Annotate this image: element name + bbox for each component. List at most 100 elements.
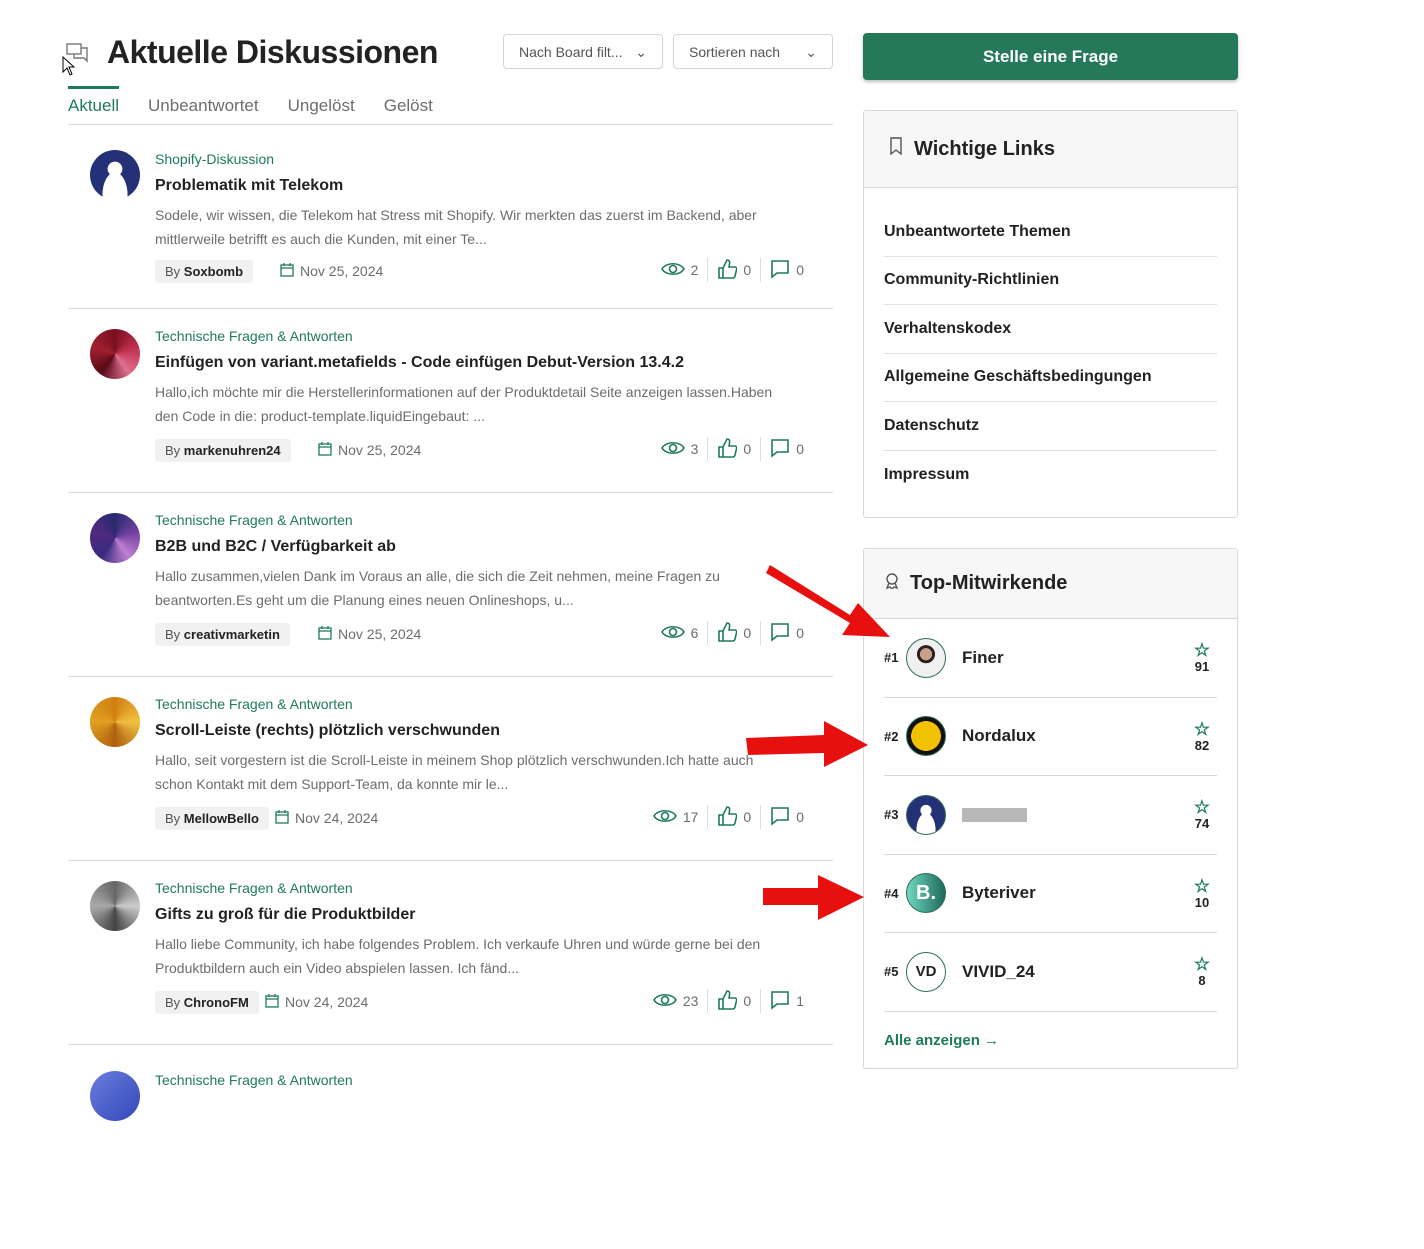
replies-count: 0: [796, 441, 804, 457]
post-title[interactable]: B2B und B2C / Verfügbarkeit ab: [155, 538, 396, 556]
post-item[interactable]: Shopify-Diskussion Problematik mit Telek…: [68, 125, 833, 309]
top-contributors-title: Top-Mitwirkende: [910, 572, 1068, 594]
sidebar-link[interactable]: Verhaltenskodex: [884, 305, 1217, 354]
eye-icon: [660, 261, 685, 280]
post-author-badge[interactable]: By creativmarketin: [155, 623, 290, 646]
award-icon: [884, 572, 900, 595]
post-board-link[interactable]: Technische Fragen & Antworten: [155, 1072, 353, 1088]
sidebar-link[interactable]: Unbeantwortete Themen: [884, 208, 1217, 257]
post-item[interactable]: Technische Fragen & Antworten Gifts zu g…: [68, 861, 833, 1045]
tab-ungeloest[interactable]: Ungelöst: [288, 86, 355, 125]
contributor-rank: #4: [884, 885, 899, 901]
contributor-row[interactable]: #5 VD VIVID_24 ☆ 8: [884, 933, 1217, 1012]
contributor-score: ☆ 8: [1187, 955, 1217, 988]
thumbs-up-icon: [717, 805, 738, 829]
calendar-icon: [318, 625, 332, 643]
post-author-badge[interactable]: By markenuhren24: [155, 439, 291, 462]
post-stats: 6 0 0: [652, 621, 813, 645]
post-item[interactable]: Technische Fragen & Antworten Scroll-Lei…: [68, 677, 833, 861]
calendar-icon: [318, 441, 332, 459]
contributor-rank: #3: [884, 807, 899, 823]
contributor-score: ☆ 10: [1187, 877, 1217, 910]
post-title[interactable]: Scroll-Leiste (rechts) plötzlich verschw…: [155, 722, 500, 740]
star-icon: ☆: [1193, 640, 1211, 661]
replies-stat: 0: [760, 621, 813, 645]
likes-count: 0: [743, 441, 752, 457]
top-contributors-header: Top-Mitwirkende: [864, 549, 1237, 619]
views-count: 2: [690, 262, 699, 278]
contributor-avatar: [906, 794, 946, 835]
contributor-rank: #5: [884, 964, 899, 980]
comment-icon: [770, 806, 790, 829]
post-date-text: Nov 25, 2024: [338, 626, 422, 642]
post-date: Nov 25, 2024: [318, 441, 421, 459]
post-title[interactable]: Gifts zu groß für die Produktbilder: [155, 906, 415, 924]
post-board-link[interactable]: Technische Fragen & Antworten: [155, 512, 353, 528]
score-value: 91: [1194, 659, 1210, 675]
comment-icon: [770, 438, 790, 461]
post-board-link[interactable]: Technische Fragen & Antworten: [155, 696, 353, 712]
contributor-name[interactable]: VIVID_24: [962, 962, 1187, 982]
likes-count: 0: [743, 809, 752, 825]
thumbs-up-icon: [717, 258, 738, 282]
tab-geloest[interactable]: Gelöst: [384, 86, 433, 125]
post-item[interactable]: Technische Fragen & Antworten B2B und B2…: [68, 493, 833, 677]
post-board-link[interactable]: Shopify-Diskussion: [155, 151, 274, 167]
sidebar-link[interactable]: Datenschutz: [884, 402, 1217, 451]
replies-count: 0: [796, 262, 804, 278]
views-count: 6: [690, 625, 699, 641]
contributor-avatar: [906, 637, 946, 678]
post-date: Nov 25, 2024: [318, 625, 421, 643]
post-title[interactable]: Problematik mit Telekom: [155, 177, 343, 195]
views-stat: 6: [652, 621, 708, 645]
post-author-badge[interactable]: By ChronoFM: [155, 991, 259, 1014]
post-excerpt: Sodele, wir wissen, die Telekom hat Stre…: [155, 207, 757, 247]
comment-icon: [770, 990, 790, 1013]
calendar-icon: [265, 993, 279, 1011]
replies-stat: 0: [760, 437, 813, 461]
post-title[interactable]: Einfügen von variant.metafields - Code e…: [155, 354, 684, 372]
post-item[interactable]: Technische Fragen & Antworten Einfügen v…: [68, 309, 833, 493]
contributor-row[interactable]: #2 Nordalux ☆ 82: [884, 698, 1217, 776]
contributor-avatar: [906, 716, 946, 757]
likes-count: 0: [743, 625, 752, 641]
tab-aktuell[interactable]: Aktuell: [68, 86, 120, 125]
score-value: 10: [1194, 894, 1210, 910]
post-board-link[interactable]: Technische Fragen & Antworten: [155, 880, 353, 896]
avatar: [90, 329, 140, 379]
replies-count: 0: [796, 809, 804, 825]
likes-stat: 0: [707, 437, 760, 461]
contributor-name[interactable]: Finer: [962, 648, 1187, 668]
contributor-row[interactable]: #4 B. Byteriver ☆ 10: [884, 855, 1217, 933]
avatar: [90, 150, 140, 200]
sidebar-link[interactable]: Impressum: [884, 451, 1217, 500]
post-author-badge[interactable]: By Soxbomb: [155, 260, 254, 283]
post-author-badge[interactable]: By MellowBello: [155, 807, 269, 830]
contributor-row[interactable]: #3 ☆ 74: [884, 776, 1217, 855]
post-item[interactable]: Technische Fragen & Antworten: [68, 1065, 833, 1249]
avatar: [90, 697, 140, 747]
board-filter-select[interactable]: Nach Board filt... ⌄: [503, 34, 663, 69]
post-date: Nov 25, 2024: [280, 262, 383, 280]
avatar: [90, 513, 140, 563]
contributor-row[interactable]: #1 Finer ☆ 91: [884, 619, 1217, 698]
post-board-link[interactable]: Technische Fragen & Antworten: [155, 328, 353, 344]
eye-icon: [660, 624, 685, 643]
ask-question-button[interactable]: Stelle eine Frage: [863, 33, 1238, 80]
avatar: [90, 1071, 140, 1121]
post-author: markenuhren24: [183, 443, 281, 458]
by-label: By: [165, 264, 181, 279]
sidebar-link[interactable]: Allgemeine Geschäftsbedingungen: [884, 354, 1217, 402]
star-icon: ☆: [1193, 718, 1211, 739]
show-all-link[interactable]: Alle anzeigen →: [884, 1032, 1217, 1049]
tab-unbeantwortet[interactable]: Unbeantwortet: [148, 86, 259, 125]
contributor-avatar: VD: [906, 951, 946, 992]
contributor-name[interactable]: Byteriver: [962, 883, 1187, 903]
contributor-name[interactable]: Nordalux: [962, 726, 1187, 746]
contributor-score: ☆ 74: [1187, 798, 1217, 831]
eye-icon: [652, 808, 677, 827]
sort-select[interactable]: Sortieren nach ⌄: [673, 34, 833, 69]
likes-stat: 0: [707, 805, 760, 829]
sidebar-link[interactable]: Community-Richtlinien: [884, 257, 1217, 305]
important-links-card: Wichtige Links Unbeantwortete Themen Comm…: [863, 110, 1238, 518]
